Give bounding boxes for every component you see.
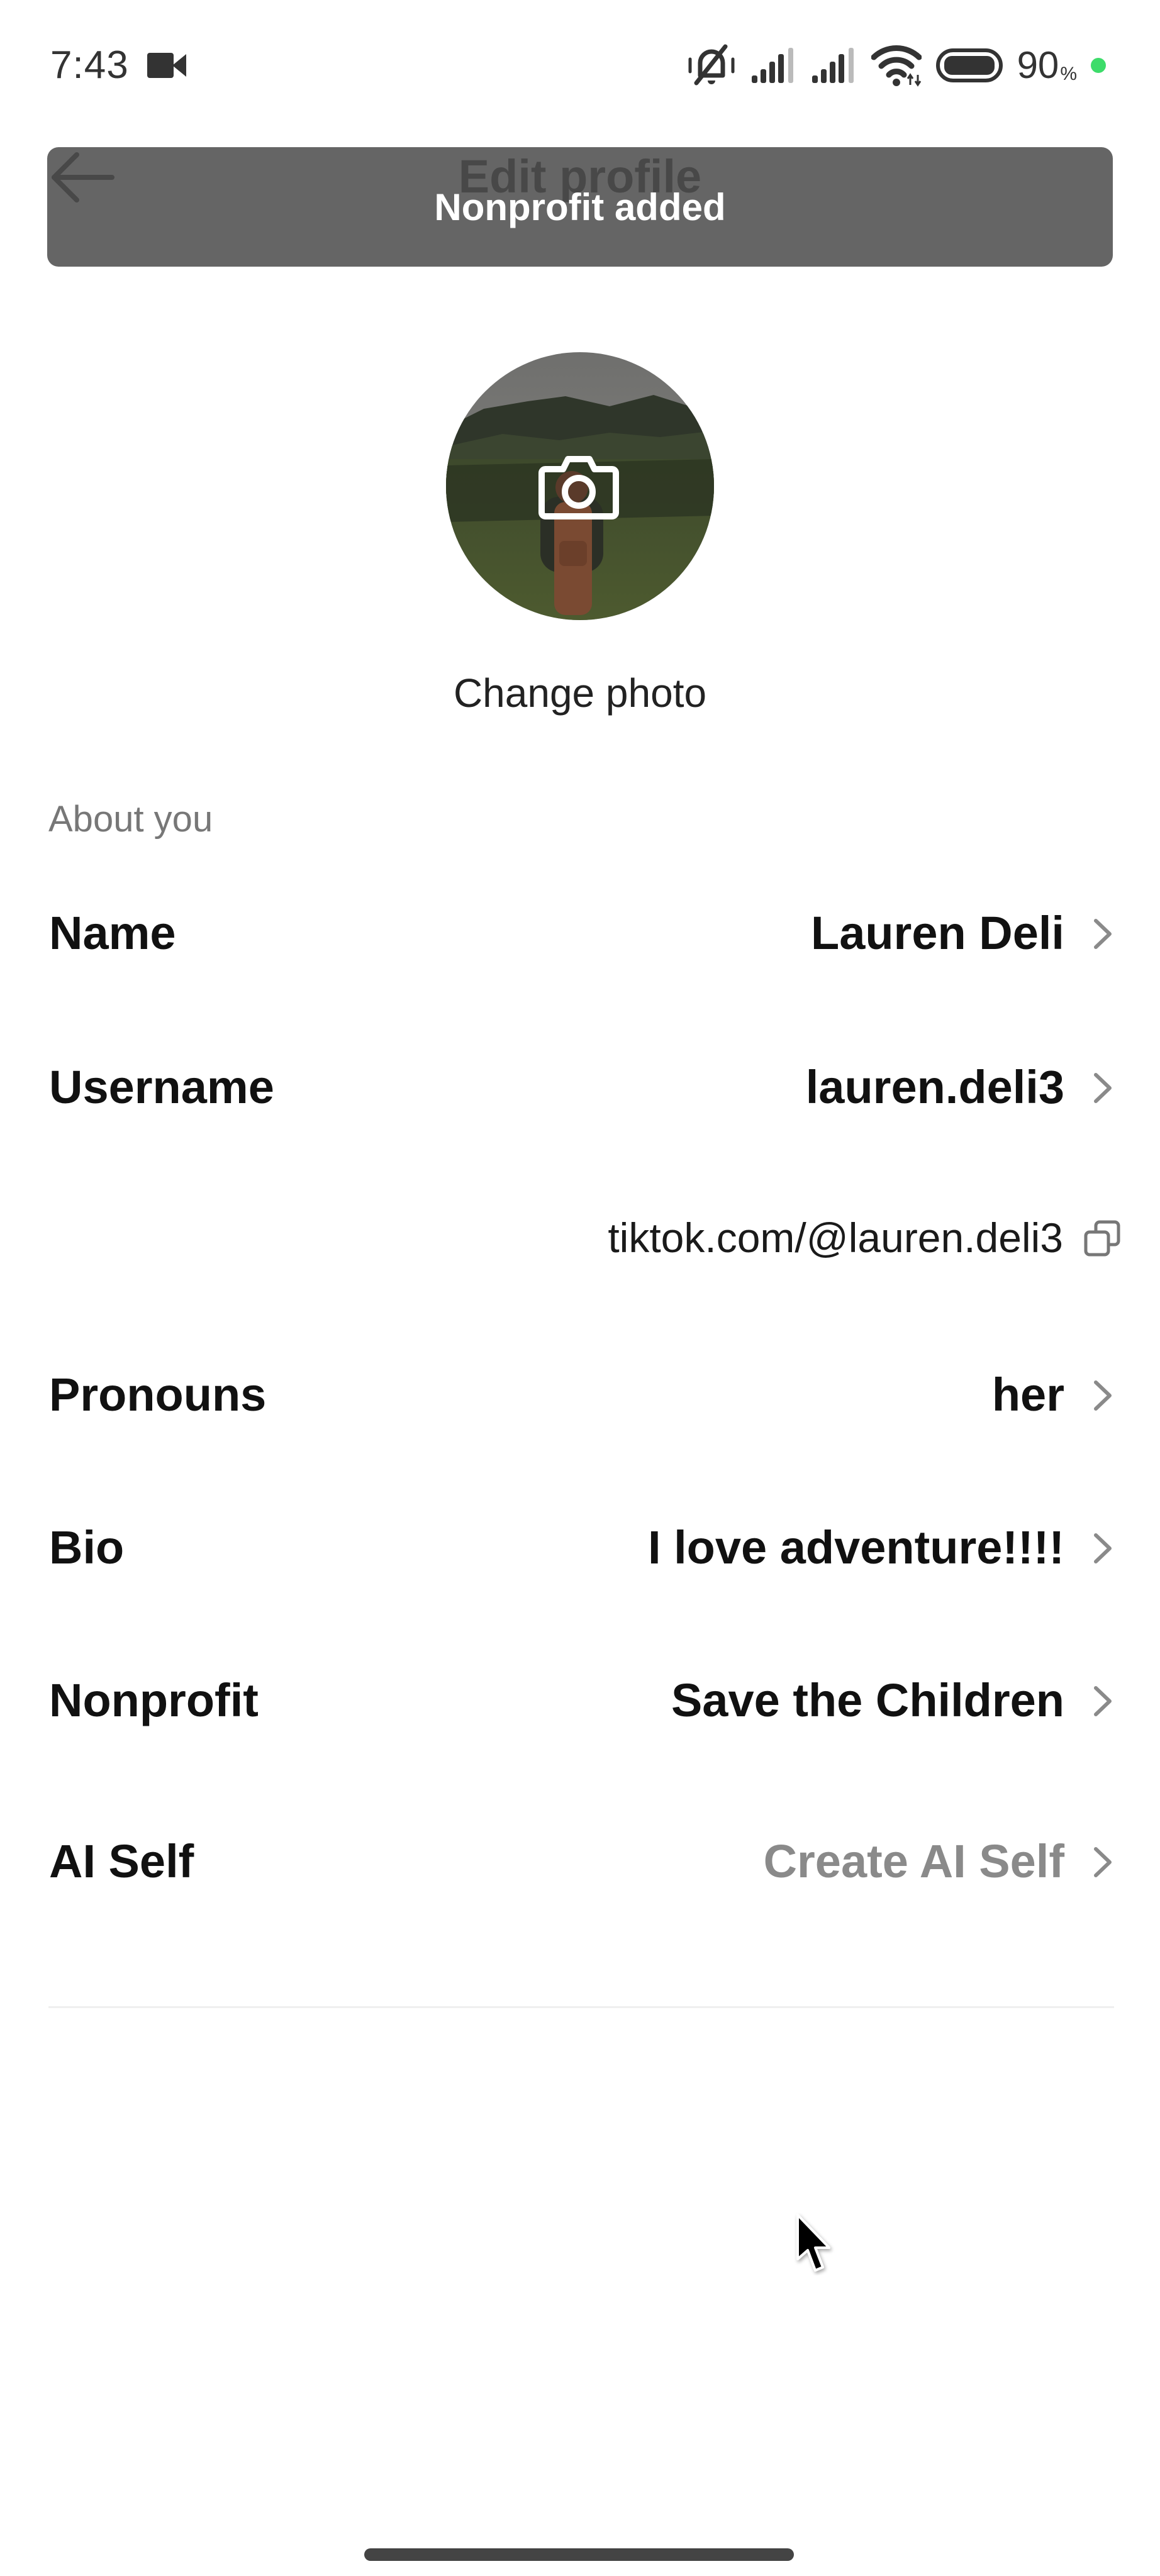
profile-link-row: tiktok.com/@lauren.deli3	[0, 1203, 1160, 1272]
signal-2-icon	[811, 48, 854, 83]
row-name[interactable]: Name Lauren Deli	[0, 896, 1160, 971]
privacy-indicator-dot	[1091, 58, 1106, 73]
section-title-about-you: About you	[48, 799, 213, 840]
chevron-right-icon	[1094, 1380, 1112, 1411]
profile-photo[interactable]	[446, 352, 714, 620]
change-photo-button[interactable]: Change photo	[0, 668, 1160, 718]
chevron-right-icon	[1094, 1073, 1112, 1103]
home-indicator[interactable]	[364, 2548, 794, 2561]
row-ai-self[interactable]: AI Self Create AI Self	[0, 1824, 1160, 1899]
row-bio[interactable]: Bio I love adventure!!!!	[0, 1510, 1160, 1585]
row-value: Lauren Deli	[811, 907, 1064, 959]
row-value: Save the Children	[671, 1674, 1064, 1726]
row-label: Bio	[49, 1521, 125, 1574]
signal-1-icon	[751, 48, 793, 83]
row-value: lauren.deli3	[805, 1061, 1064, 1113]
battery-percent: 90%	[1017, 43, 1077, 88]
row-nonprofit[interactable]: Nonprofit Save the Children	[0, 1663, 1160, 1738]
chevron-right-icon	[1094, 1686, 1112, 1716]
row-value-placeholder: Create AI Self	[763, 1835, 1064, 1887]
bell-muted-icon	[688, 44, 735, 86]
chevron-right-icon	[1094, 919, 1112, 949]
row-value: I love adventure!!!!	[648, 1521, 1064, 1574]
copy-icon[interactable]	[1082, 1218, 1122, 1258]
row-value: her	[991, 1368, 1064, 1421]
battery-percent-value: 90	[1017, 44, 1059, 86]
status-time: 7:43	[50, 43, 129, 87]
video-camera-icon	[147, 53, 186, 78]
row-username[interactable]: Username lauren.deli3	[0, 1050, 1160, 1125]
row-label: Pronouns	[49, 1368, 267, 1421]
row-label: Username	[49, 1061, 274, 1113]
row-pronouns[interactable]: Pronouns her	[0, 1357, 1160, 1433]
row-label: AI Self	[49, 1835, 194, 1887]
camera-icon	[538, 456, 619, 519]
chevron-right-icon	[1094, 1533, 1112, 1563]
status-icons: 90%	[686, 42, 1106, 89]
wifi-icon	[871, 45, 922, 87]
battery-icon	[935, 48, 1003, 82]
section-divider	[48, 2006, 1114, 2008]
battery-percent-unit: %	[1060, 64, 1077, 84]
toast-message: Nonprofit added	[434, 186, 726, 228]
profile-link: tiktok.com/@lauren.deli3	[608, 1214, 1063, 1261]
row-label: Nonprofit	[49, 1674, 259, 1726]
row-label: Name	[49, 907, 176, 959]
chevron-right-icon	[1094, 1847, 1112, 1877]
mouse-cursor-icon	[796, 2214, 830, 2272]
